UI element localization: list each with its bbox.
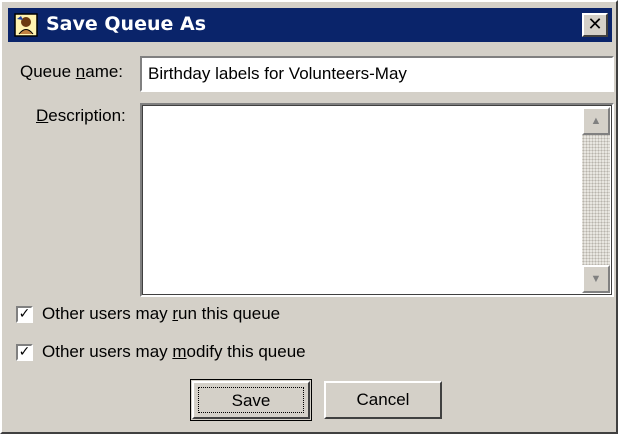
queue-name-label: Queue name: — [20, 62, 124, 81]
window-title: Save Queue As — [46, 13, 206, 35]
description-label: Description: — [36, 106, 126, 125]
save-queue-dialog: Save Queue As ✕ Queue name: Description:… — [0, 0, 618, 434]
modify-queue-checkbox[interactable]: ✓ — [16, 344, 33, 361]
close-icon: ✕ — [587, 14, 603, 35]
scroll-up-button[interactable]: ▲ — [582, 107, 610, 135]
save-button[interactable]: Save — [190, 379, 312, 421]
cancel-button[interactable]: Cancel — [324, 381, 442, 419]
title-bar[interactable]: Save Queue As ✕ — [8, 8, 612, 42]
arrow-down-icon: ▼ — [590, 273, 602, 285]
arrow-up-icon: ▲ — [590, 115, 602, 127]
queue-name-input[interactable] — [140, 56, 614, 92]
description-box: ▲ ▼ — [140, 103, 614, 297]
scroll-down-button[interactable]: ▼ — [582, 265, 610, 293]
focus-rectangle: Save — [198, 387, 304, 413]
run-queue-label[interactable]: Other users may run this queue — [42, 304, 280, 324]
modify-queue-label[interactable]: Other users may modify this queue — [42, 342, 306, 362]
checkmark-icon: ✓ — [18, 306, 31, 322]
description-textarea[interactable] — [144, 107, 578, 293]
run-queue-checkbox[interactable]: ✓ — [16, 306, 33, 323]
close-button[interactable]: ✕ — [582, 13, 608, 37]
queue-app-icon — [14, 13, 38, 37]
checkmark-icon: ✓ — [18, 344, 31, 360]
description-scrollbar[interactable]: ▲ ▼ — [582, 107, 610, 293]
